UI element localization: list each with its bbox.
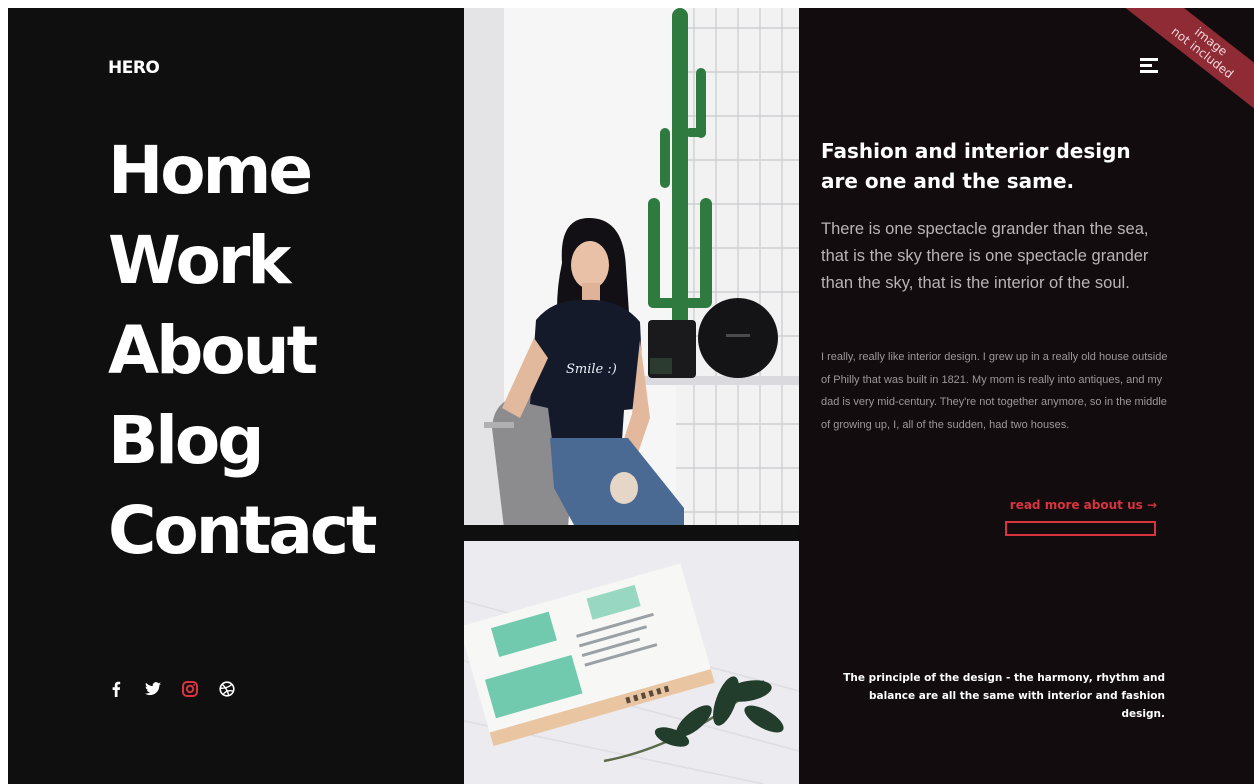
left-panel: HERO Home Work About Blog Contact (8, 8, 463, 784)
social-links (108, 680, 235, 698)
facebook-icon[interactable] (108, 680, 124, 698)
nav-item-about[interactable]: About (108, 306, 375, 396)
image-not-included-ribbon: image not included (1116, 8, 1254, 124)
section-headline: Fashion and interior design are one and … (821, 139, 1131, 193)
main-nav: Home Work About Blog Contact (108, 126, 378, 576)
lead-paragraph: There is one spectacle grander than the … (821, 220, 1149, 292)
read-more-button[interactable] (1005, 521, 1156, 536)
photo-book-leaf (464, 541, 799, 784)
hamburger-menu-icon[interactable] (1140, 58, 1158, 74)
nav-item-blog[interactable]: Blog (108, 396, 375, 486)
right-panel: image not included Fashion and interior … (799, 8, 1254, 784)
body-paragraph: I really, really like interior design. I… (821, 351, 1168, 431)
instagram-icon[interactable] (182, 680, 198, 698)
design-quote: The principle of the design - the harmon… (843, 672, 1165, 720)
page-frame: HERO Home Work About Blog Contact Smile … (8, 8, 1254, 784)
woman-cactus-illustration: Smile :) (464, 8, 799, 525)
nav-item-home[interactable]: Home (108, 126, 375, 216)
book-leaf-illustration (464, 541, 799, 784)
site-logo[interactable]: HERO (108, 58, 160, 78)
twitter-icon[interactable] (145, 680, 161, 698)
shirt-print: Smile :) (566, 362, 617, 377)
nav-item-work[interactable]: Work (108, 216, 375, 306)
nav-item-contact[interactable]: Contact (108, 486, 378, 576)
dribbble-icon[interactable] (219, 680, 235, 698)
photo-woman-cactus: Smile :) (464, 8, 799, 525)
read-more-link[interactable]: read more about us → (1005, 498, 1157, 512)
